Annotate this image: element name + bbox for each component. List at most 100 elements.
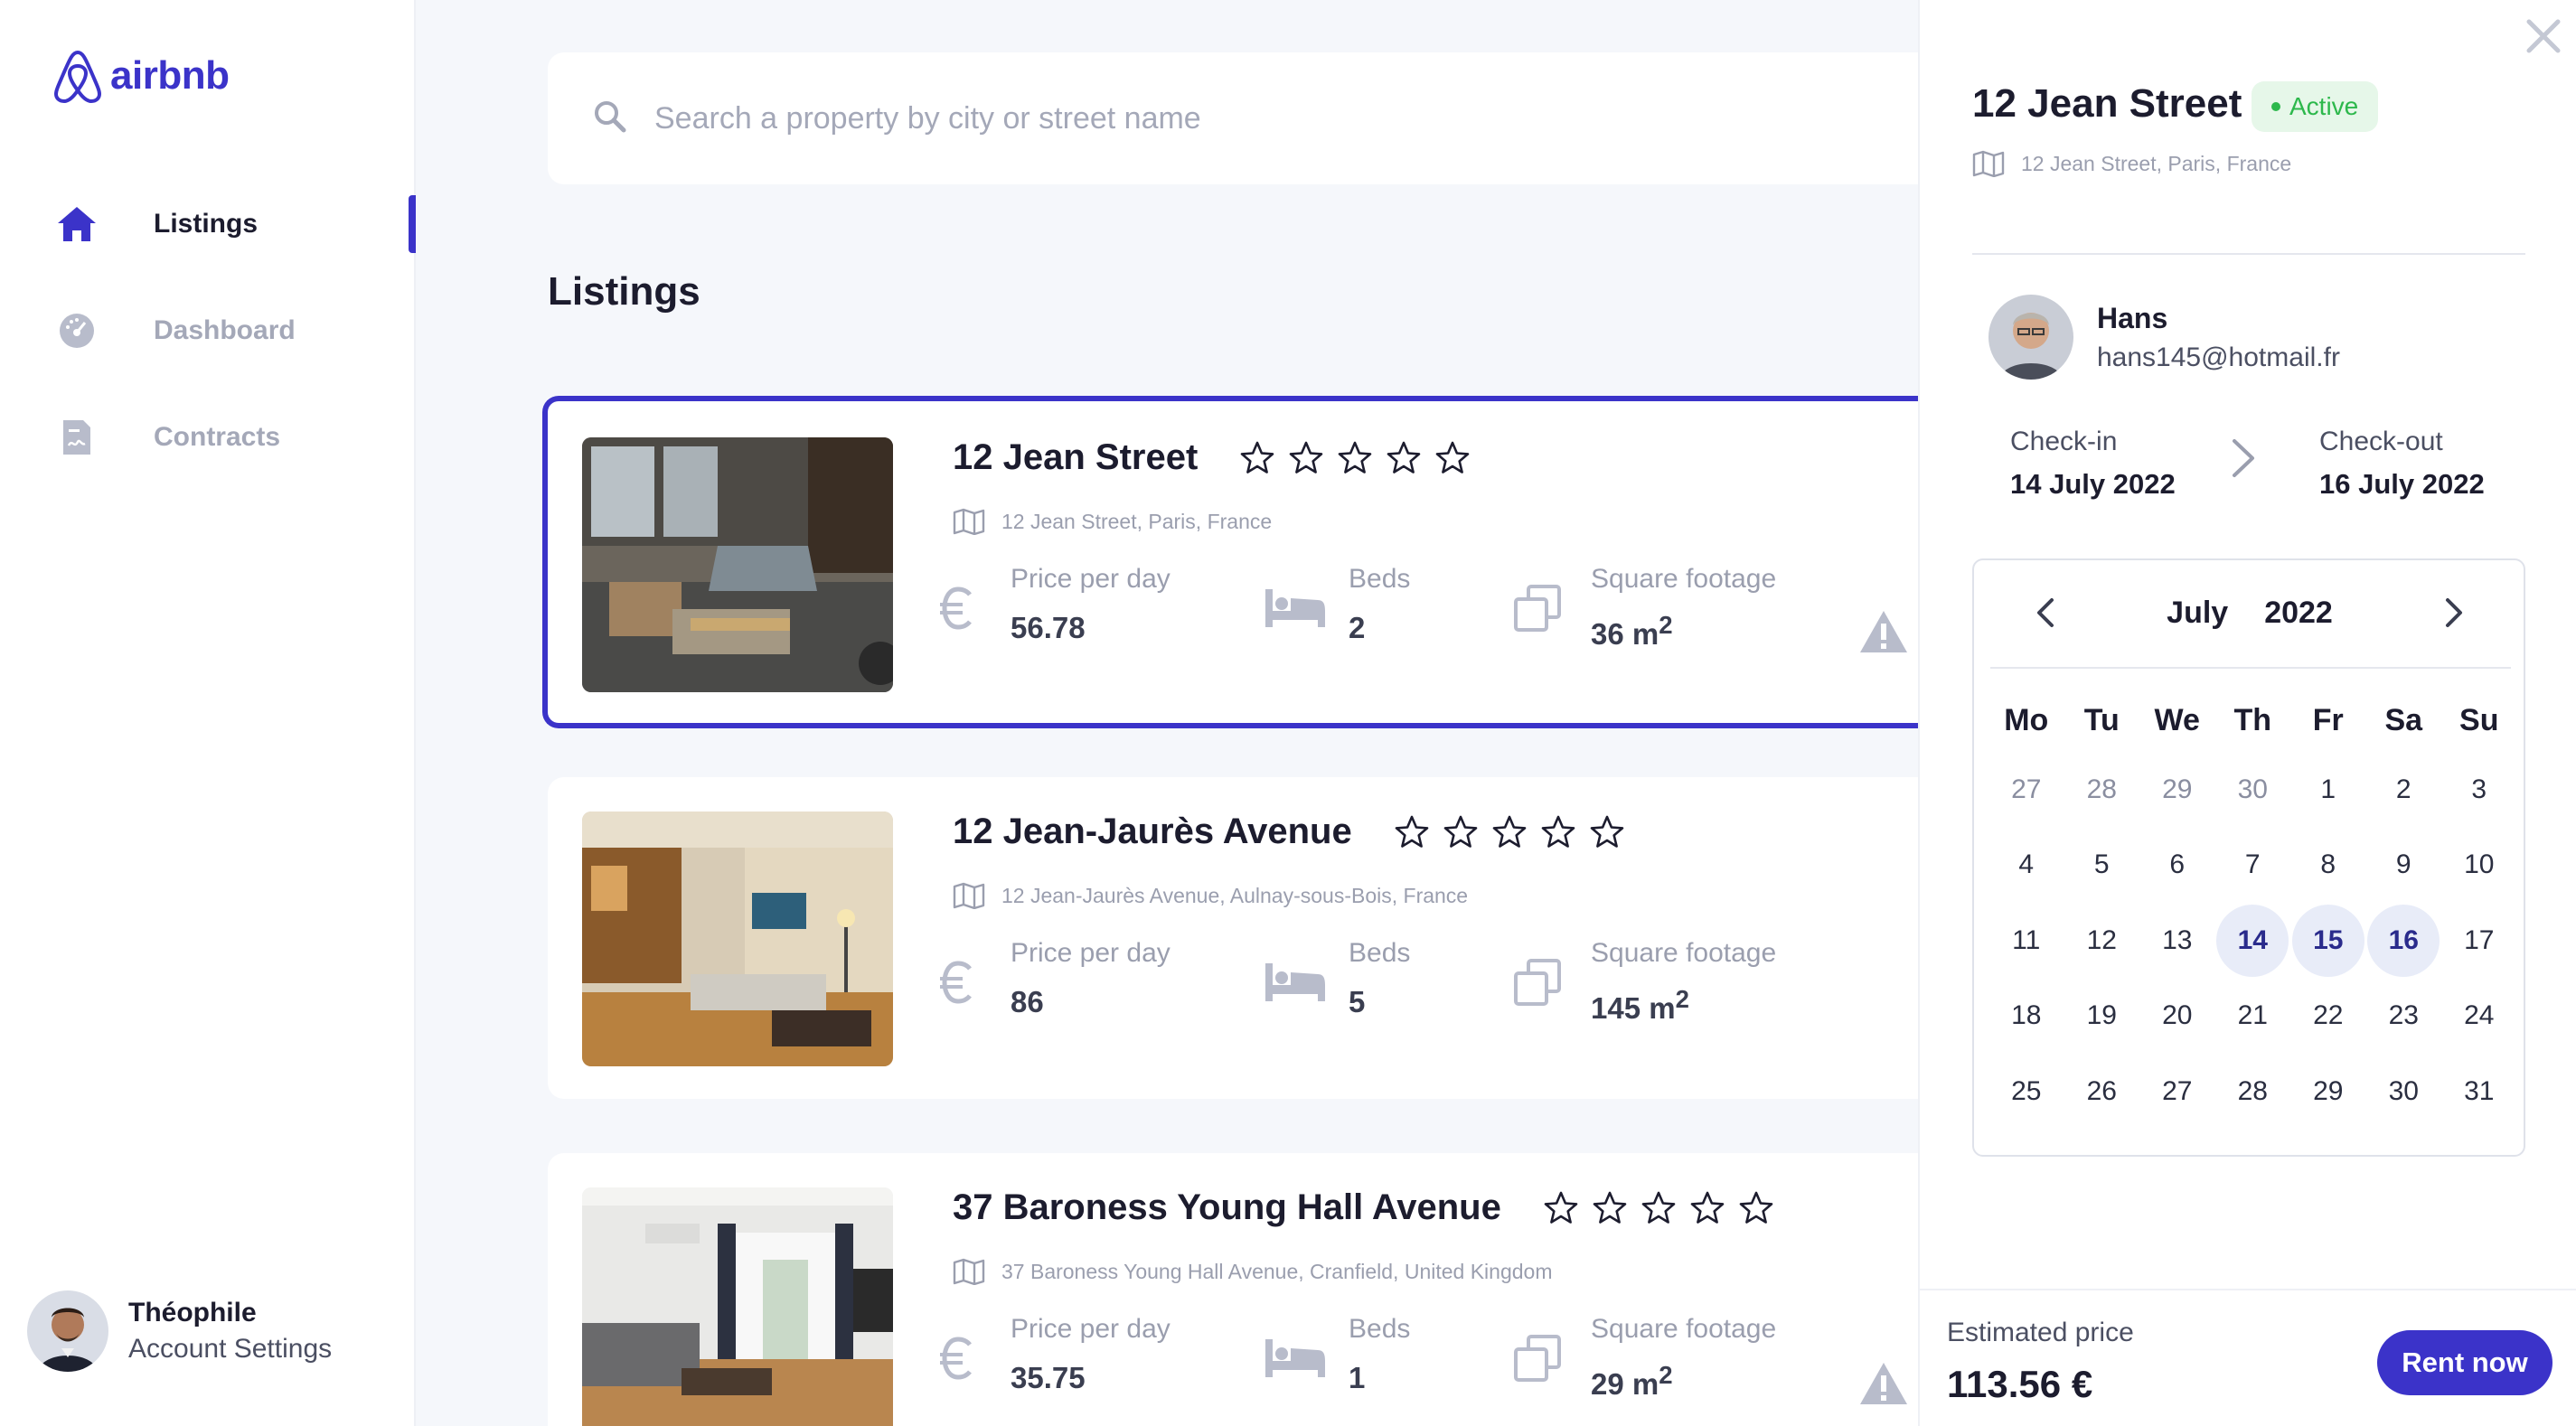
search-input[interactable] [654, 100, 1829, 136]
chevron-left-icon[interactable] [2025, 593, 2064, 633]
checkout-date: 16 July 2022 [2319, 468, 2485, 500]
listing-card[interactable]: 12 Jean-Jaurès Avenue 12 Jean-Jaurès Ave… [548, 777, 1922, 1099]
calendar-day[interactable]: 2 [2366, 752, 2442, 828]
sidebar-item-dashboard[interactable]: Dashboard [54, 304, 416, 358]
star-icon[interactable] [1540, 814, 1576, 850]
calendar-day[interactable]: 13 [2139, 903, 2215, 979]
star-icon[interactable] [1288, 440, 1324, 476]
detail-title: 12 Jean Street [1972, 81, 2242, 126]
calendar-day[interactable]: 5 [2064, 828, 2140, 904]
price-label: Price per day [1011, 564, 1170, 594]
listing-card[interactable]: 12 Jean Street 12 Jean Street, Paris, Fr… [542, 396, 1922, 728]
calendar-day[interactable]: 1 [2290, 752, 2366, 828]
calendar-day[interactable]: 18 [1988, 979, 2064, 1055]
calendar-day[interactable]: 6 [2139, 828, 2215, 904]
status-dot [2271, 102, 2280, 111]
calendar-day[interactable]: 9 [2366, 828, 2442, 904]
beds-stat: Beds 1 [1264, 1314, 1410, 1395]
host-email[interactable]: hans145@hotmail.fr [2097, 342, 2340, 373]
account-settings[interactable]: Théophile Account Settings [27, 1290, 332, 1372]
listing-address: 12 Jean-Jaurès Avenue, Aulnay-sous-Bois,… [1001, 883, 1469, 907]
weekday-header: Tu [2083, 702, 2120, 737]
calendar-day[interactable]: 27 [1988, 752, 2064, 828]
calendar-day[interactable]: 30 [2215, 752, 2291, 828]
star-icon[interactable] [1434, 440, 1471, 476]
calendar-day[interactable]: 8 [2290, 828, 2366, 904]
star-icon[interactable] [1589, 814, 1625, 850]
close-icon[interactable] [2524, 16, 2563, 56]
star-icon[interactable] [1337, 440, 1373, 476]
calendar-day[interactable]: 27 [2139, 1054, 2215, 1130]
calendar-day[interactable]: 22 [2290, 979, 2366, 1055]
calendar-day[interactable]: 26 [2064, 1054, 2140, 1130]
weekday-header: Th [2233, 702, 2272, 737]
calendar-day[interactable]: 20 [2139, 979, 2215, 1055]
account-settings-link[interactable]: Account Settings [128, 1334, 332, 1365]
calendar-year: 2022 [2264, 595, 2333, 630]
star-icon[interactable] [1443, 814, 1479, 850]
home-icon [54, 202, 99, 247]
star-icon[interactable] [1394, 814, 1430, 850]
area-stat: Square footage 145 m2 [1506, 938, 1776, 1026]
rating-stars[interactable] [1239, 440, 1471, 476]
star-icon[interactable] [1592, 1190, 1628, 1226]
listing-title: 12 Jean Street [953, 437, 1199, 477]
euro-icon [926, 1327, 989, 1390]
star-icon[interactable] [1738, 1190, 1774, 1226]
calendar-day[interactable]: 10 [2441, 828, 2517, 904]
star-icon[interactable] [1386, 440, 1422, 476]
square-footage-icon [1506, 1327, 1569, 1390]
calendar-day[interactable]: 30 [2366, 1054, 2442, 1130]
calendar-day[interactable]: 15 [2290, 903, 2366, 979]
warning-icon[interactable] [1858, 609, 1909, 659]
listing-card[interactable]: 37 Baroness Young Hall Avenue 37 Barones… [548, 1153, 1922, 1426]
beds-stat: Beds 5 [1264, 938, 1410, 1019]
calendar-day[interactable]: 24 [2441, 979, 2517, 1055]
calendar-day[interactable]: 25 [1988, 1054, 2064, 1130]
active-indicator [409, 195, 416, 253]
price-stat: Price per day 35.75 [926, 1314, 1170, 1395]
sidebar-item-listings[interactable]: Listings [54, 195, 416, 253]
contract-document-icon [54, 415, 99, 460]
star-icon[interactable] [1491, 814, 1528, 850]
account-name: Théophile [128, 1298, 257, 1327]
sidebar-item-label: Dashboard [154, 315, 296, 345]
weekday-header: Mo [2004, 702, 2049, 737]
calendar-day[interactable]: 3 [2441, 752, 2517, 828]
calendar-day[interactable]: 16 [2366, 903, 2442, 979]
rating-stars[interactable] [1543, 1190, 1774, 1226]
calendar-day[interactable]: 11 [1988, 903, 2064, 979]
star-icon[interactable] [1641, 1190, 1677, 1226]
area-label: Square footage [1591, 564, 1777, 594]
price-value: 56.78 [1011, 611, 1086, 644]
calendar-day[interactable]: 19 [2064, 979, 2140, 1055]
beds-stat: Beds 2 [1264, 564, 1410, 645]
calendar-day[interactable]: 23 [2366, 979, 2442, 1055]
calendar-day[interactable]: 29 [2290, 1054, 2366, 1130]
calendar-day[interactable]: 4 [1988, 828, 2064, 904]
calendar-day[interactable]: 28 [2064, 752, 2140, 828]
rating-stars[interactable] [1394, 814, 1625, 850]
calendar-month-year: July 2022 [2167, 596, 2333, 631]
listing-photo [582, 812, 893, 1066]
calendar-day[interactable]: 14 [2215, 903, 2291, 979]
calendar-day[interactable]: 28 [2215, 1054, 2291, 1130]
calendar-day[interactable]: 31 [2441, 1054, 2517, 1130]
calendar-day[interactable]: 7 [2215, 828, 2291, 904]
calendar-day[interactable]: 17 [2441, 903, 2517, 979]
estimated-price-value: 113.56 € [1947, 1363, 2093, 1405]
chevron-right-icon [2227, 437, 2258, 483]
sidebar-item-contracts[interactable]: Contracts [54, 410, 416, 464]
warning-icon[interactable] [1858, 1361, 1909, 1411]
chevron-right-icon[interactable] [2435, 593, 2475, 633]
rent-now-button[interactable]: Rent now [2377, 1330, 2552, 1395]
search-icon [593, 99, 627, 138]
star-icon[interactable] [1543, 1190, 1579, 1226]
star-icon[interactable] [1239, 440, 1275, 476]
calendar-day[interactable]: 21 [2215, 979, 2291, 1055]
calendar-day[interactable]: 12 [2064, 903, 2140, 979]
star-icon[interactable] [1689, 1190, 1725, 1226]
calendar-day[interactable]: 29 [2139, 752, 2215, 828]
airbnb-logo[interactable]: airbnb [52, 49, 230, 103]
airbnb-logo-icon [54, 51, 101, 103]
